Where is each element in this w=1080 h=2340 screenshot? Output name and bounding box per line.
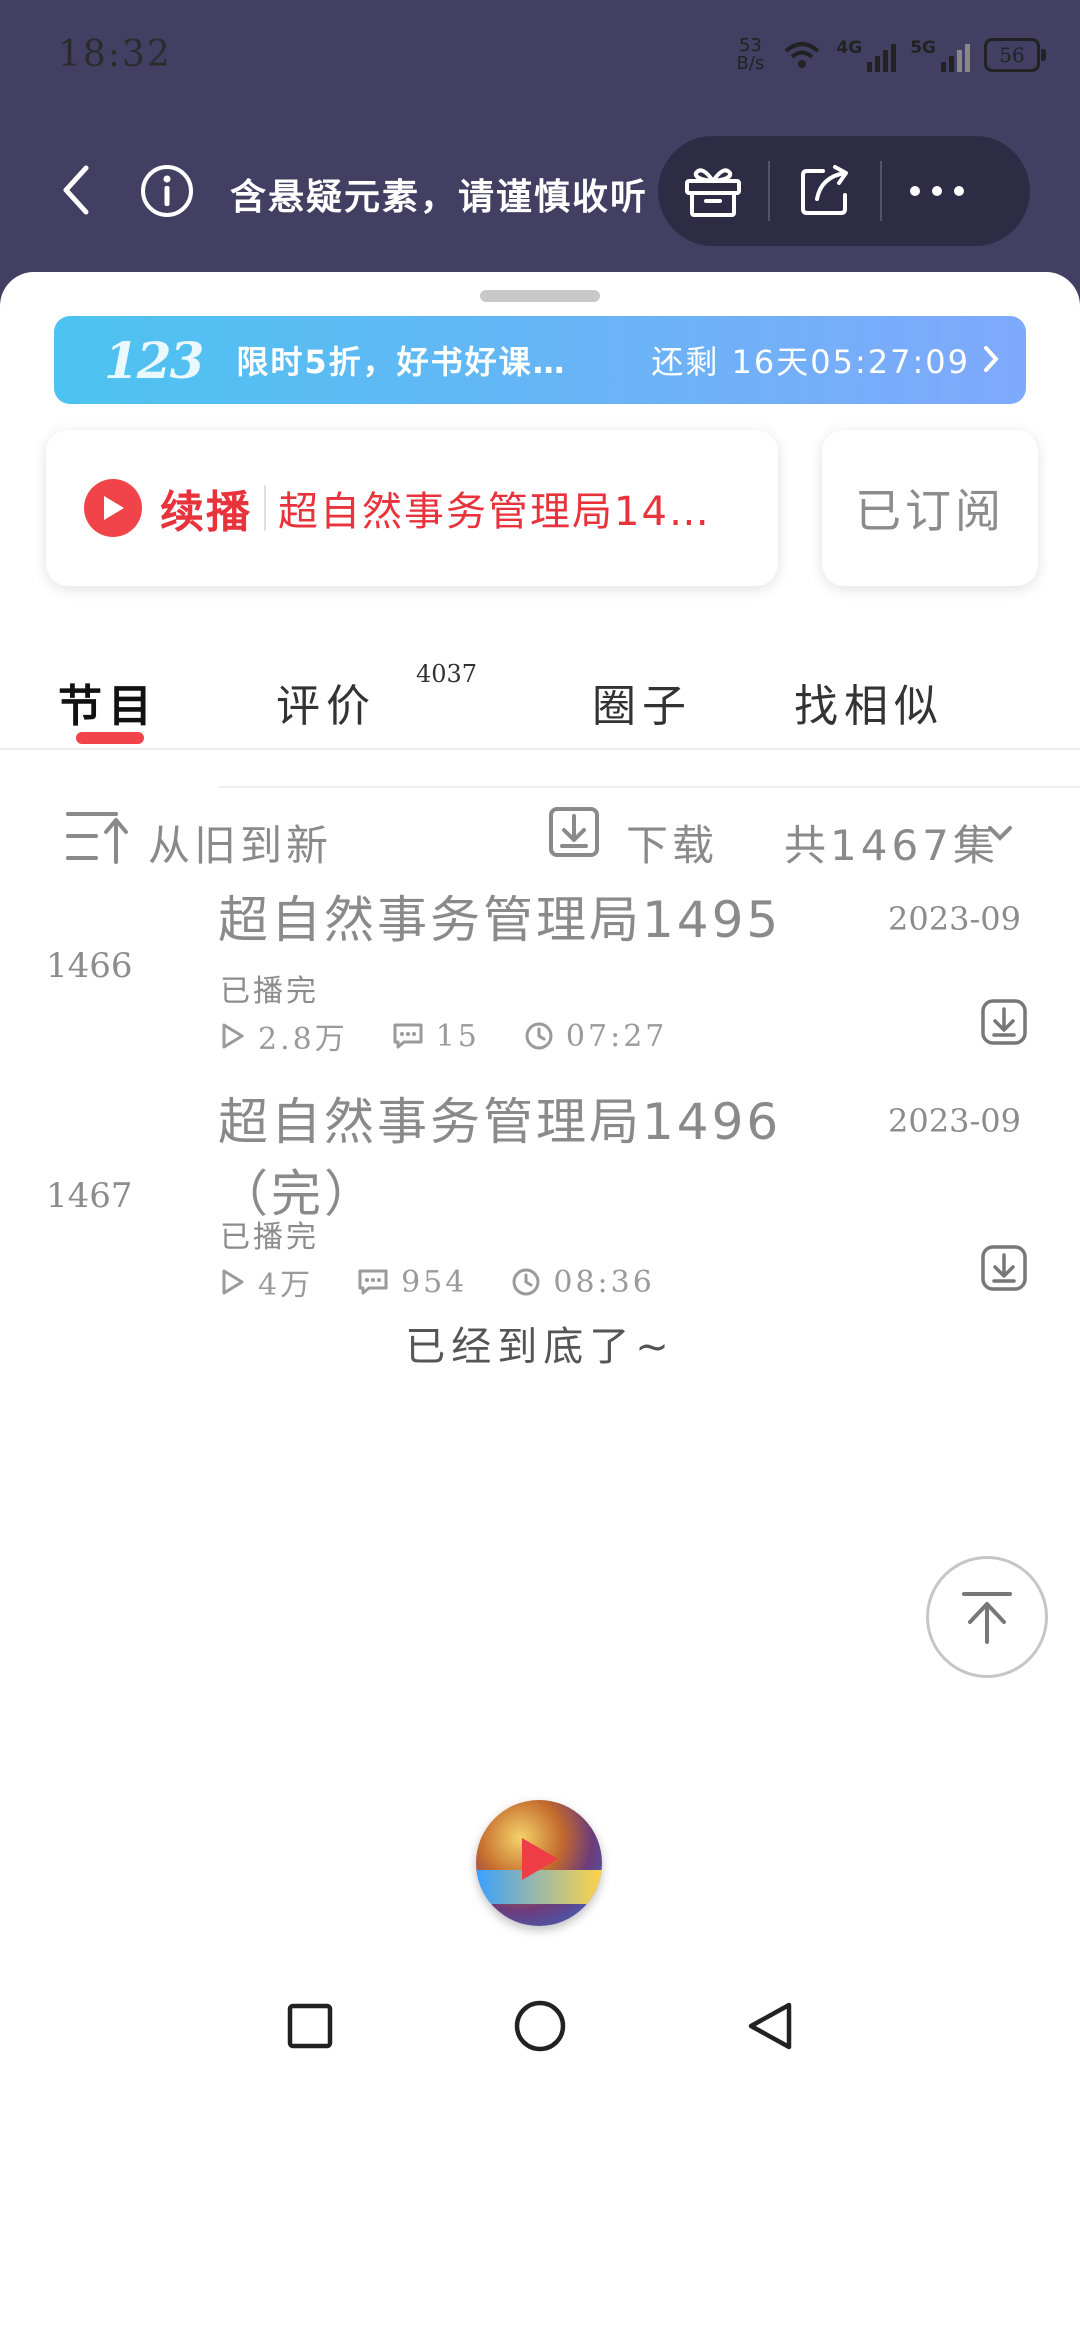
- system-nav-bar: [0, 1980, 1080, 2068]
- signal-5g-icon: 5G: [910, 38, 970, 72]
- gift-button[interactable]: [658, 136, 768, 246]
- episode-count-selector[interactable]: 共1467集: [784, 812, 999, 873]
- share-icon: [801, 165, 848, 215]
- arrow-up-icon: [962, 1592, 1012, 1644]
- tab-active-indicator: [76, 732, 144, 744]
- play-count: 4万: [220, 1260, 313, 1304]
- app-header: 含悬疑元素，请谨慎收听: [0, 120, 1080, 260]
- net-speed: 53 B/s: [736, 35, 765, 74]
- episode-index: 1466: [46, 946, 133, 986]
- promo-text: 限时5折，好书好课…: [236, 343, 567, 381]
- episode-meta: 2.8万 15 07:27: [220, 1014, 711, 1058]
- more-button[interactable]: [882, 136, 992, 246]
- promo-banner[interactable]: 123 限时5折，好书好课… 还剩 16天05:27:09: [54, 316, 1026, 404]
- sort-button[interactable]: 从旧到新: [148, 812, 332, 873]
- episode-row[interactable]: 1466 超自然事务管理局1495 2023-09 已播完 2.8万 15 07…: [0, 884, 1080, 1060]
- back-icon: [63, 165, 89, 215]
- list-toolbar: 从旧到新 下载 共1467集: [0, 794, 1080, 874]
- episode-download-icon[interactable]: [980, 998, 1028, 1046]
- signal-4g-icon: 4G: [836, 38, 897, 72]
- tab-similar[interactable]: 找相似: [794, 670, 944, 734]
- square-icon: [287, 2003, 333, 2049]
- tab-circle[interactable]: 圈子: [592, 670, 692, 734]
- episode-download-icon[interactable]: [980, 1244, 1028, 1292]
- gift-icon: [685, 168, 741, 217]
- play-count-icon: [222, 1023, 244, 1049]
- back-nav-button[interactable]: [740, 1996, 800, 2056]
- info-icon[interactable]: [140, 164, 194, 218]
- drag-handle[interactable]: [480, 290, 600, 302]
- promo-countdown: 还剩 16天05:27:09: [651, 343, 970, 381]
- play-icon: [522, 1838, 558, 1880]
- comment-icon: [393, 1023, 423, 1049]
- duration: 07:27: [524, 1019, 667, 1054]
- end-of-list-text: 已经到底了~: [405, 1324, 675, 1370]
- duration: 08:36: [511, 1265, 654, 1300]
- episode-title: 超自然事务管理局1495: [218, 891, 782, 949]
- episode-date: 2023-09: [888, 900, 1021, 938]
- divider: [264, 485, 266, 531]
- circle-icon: [514, 2000, 566, 2052]
- wifi-icon: [785, 42, 820, 68]
- status-time: 18:32: [58, 34, 172, 75]
- comment-count: 15: [392, 1019, 480, 1054]
- battery-icon: 56: [984, 38, 1046, 72]
- resume-episode-title: 超自然事务管理局14…: [278, 489, 711, 535]
- comment-icon: [358, 1269, 388, 1295]
- chevron-down-icon[interactable]: [986, 824, 1014, 842]
- episode-meta: 4万 954 08:36: [220, 1260, 699, 1304]
- home-button[interactable]: [510, 1996, 570, 2056]
- play-count: 2.8万: [220, 1014, 348, 1058]
- subscribed-button[interactable]: 已订阅: [822, 430, 1038, 586]
- episode-title: 超自然事务管理局1496（完）: [218, 1093, 782, 1223]
- episode-index: 1467: [46, 1176, 133, 1216]
- episode-row[interactable]: 1467 超自然事务管理局1496（完） 2023-09 已播完 4万 954 …: [0, 1092, 1080, 1312]
- download-icon[interactable]: [548, 806, 600, 858]
- download-button[interactable]: 下载: [626, 812, 718, 873]
- status-icons: 53 B/s 4G 5G 56: [732, 30, 1046, 80]
- clock-icon: [525, 1022, 553, 1050]
- resume-play-button[interactable]: 续播 超自然事务管理局14…: [46, 430, 778, 586]
- sort-icon[interactable]: [66, 808, 132, 866]
- resume-label: 续播: [160, 487, 252, 538]
- reviews-count-badge: 4037: [416, 660, 478, 688]
- share-button[interactable]: [770, 136, 880, 246]
- play-icon: [84, 479, 142, 537]
- header-actions: [658, 136, 1030, 246]
- recent-apps-button[interactable]: [280, 1996, 340, 2056]
- chevron-right-icon: [984, 346, 999, 372]
- episode-status: 已播完: [220, 1220, 319, 1255]
- back-to-top-button[interactable]: [926, 1556, 1048, 1678]
- tab-bar: 节目 评价 4037 圈子 找相似: [0, 652, 1080, 750]
- episode-status: 已播完: [220, 974, 319, 1009]
- promo-logo: 123: [104, 330, 204, 390]
- play-count-icon: [222, 1269, 244, 1295]
- tab-reviews[interactable]: 评价: [276, 670, 376, 734]
- content-warning: 含悬疑元素，请谨慎收听: [230, 177, 649, 218]
- status-bar: 18:32 53 B/s 4G 5G 56: [0, 0, 1080, 110]
- comment-count: 954: [357, 1265, 467, 1300]
- content-sheet: 123 限时5折，好书好课… 还剩 16天05:27:09 续播 超自然事务管理…: [0, 272, 1080, 2340]
- clock-icon: [512, 1268, 540, 1296]
- more-icon: [910, 186, 964, 196]
- mini-player-cover[interactable]: [476, 1800, 602, 1926]
- tab-episodes[interactable]: 节目: [58, 670, 158, 734]
- episode-date: 2023-09: [888, 1102, 1021, 1140]
- back-button[interactable]: [50, 160, 100, 220]
- divider: [218, 786, 1080, 788]
- triangle-back-icon: [748, 2002, 792, 2050]
